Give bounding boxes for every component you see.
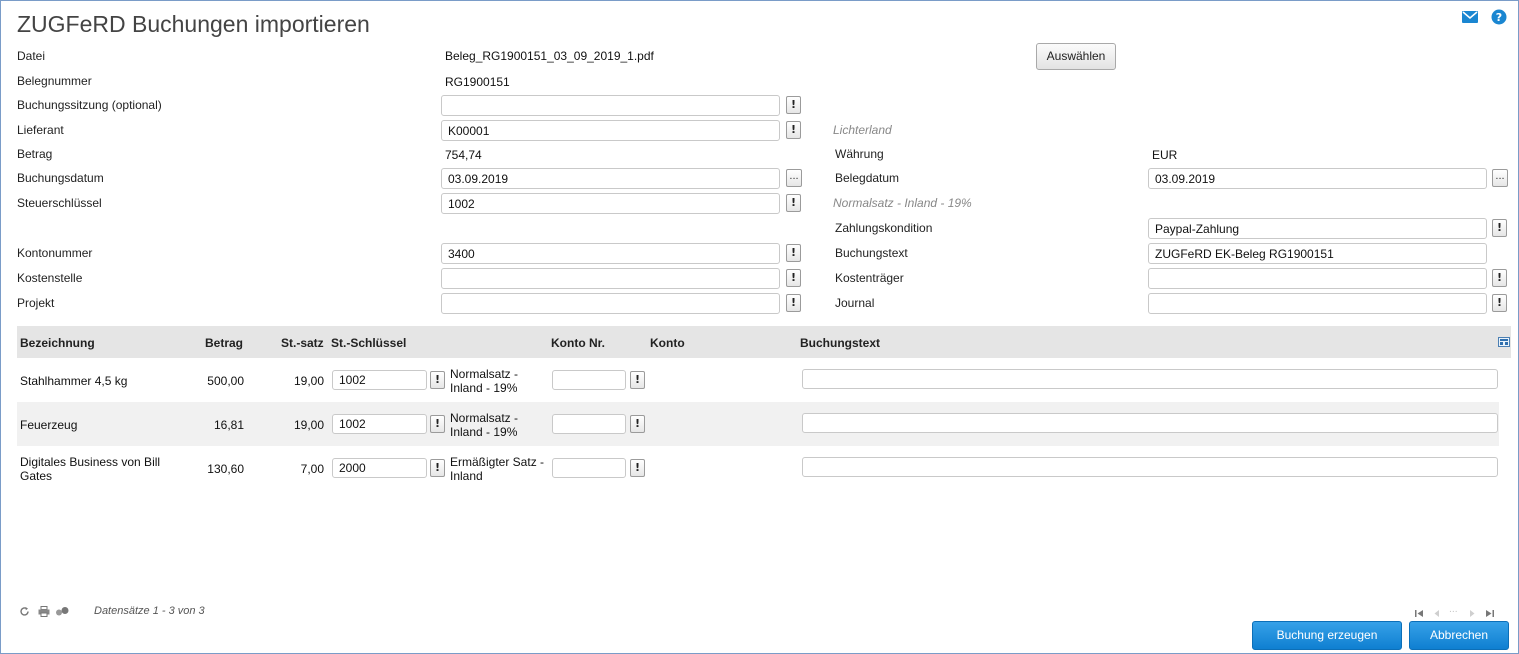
kontonummer-lookup-button[interactable]: !	[786, 244, 801, 262]
kostentraeger-label: Kostenträger	[835, 271, 904, 285]
column-header-st-schluessel[interactable]: St.-Schlüssel	[331, 336, 406, 350]
column-settings-icon[interactable]	[1498, 336, 1510, 347]
row-konto-nr-input[interactable]	[552, 414, 626, 434]
buchungsdatum-picker-button[interactable]: ...	[786, 169, 802, 187]
first-page-icon[interactable]	[1414, 607, 1424, 617]
belegnummer-value: RG1900151	[445, 75, 510, 89]
row-konto-nr-lookup-button[interactable]: !	[630, 415, 645, 433]
kostenstelle-label: Kostenstelle	[17, 271, 83, 285]
belegdatum-picker-button[interactable]: ...	[1492, 169, 1508, 187]
kostentraeger-lookup-button[interactable]: !	[1492, 269, 1507, 287]
filter-settings-icon[interactable]	[55, 606, 69, 617]
previous-page-icon[interactable]	[1433, 607, 1441, 617]
pager-ellipsis: ...	[1449, 605, 1458, 615]
kostenstelle-input[interactable]	[441, 268, 780, 289]
zahlungskondition-label: Zahlungskondition	[835, 221, 933, 235]
journal-input[interactable]	[1148, 293, 1487, 314]
journal-label: Journal	[835, 296, 875, 310]
row-buchungstext-input[interactable]	[802, 413, 1498, 433]
steuerschluessel-hint: Normalsatz - Inland - 19%	[833, 196, 972, 210]
row-betrag: 130,60	[207, 462, 244, 476]
last-page-icon[interactable]	[1485, 607, 1495, 617]
column-header-bezeichnung[interactable]: Bezeichnung	[20, 336, 95, 350]
row-betrag: 500,00	[207, 374, 244, 388]
buchungsdatum-input[interactable]	[441, 168, 780, 189]
row-bezeichnung: Stahlhammer 4,5 kg	[20, 374, 128, 388]
row-bezeichnung: Feuerzeug	[20, 418, 78, 432]
svg-text:?: ?	[1496, 11, 1502, 24]
buchungssitzung-lookup-button[interactable]: !	[786, 96, 801, 114]
kontonummer-input[interactable]	[441, 243, 780, 264]
row-betrag: 16,81	[213, 418, 244, 432]
column-header-buchungstext[interactable]: Buchungstext	[800, 336, 880, 350]
datei-value: Beleg_RG1900151_03_09_2019_1.pdf	[445, 49, 654, 63]
help-icon[interactable]: ?	[1491, 9, 1507, 25]
row-st-satz: 7,00	[300, 462, 324, 476]
buchungssitzung-input[interactable]	[441, 95, 780, 116]
belegnummer-label: Belegnummer	[17, 74, 92, 88]
row-st-schluessel-lookup-button[interactable]: !	[430, 459, 445, 477]
column-header-betrag[interactable]: Betrag	[205, 336, 243, 350]
lieferant-input[interactable]	[441, 120, 780, 141]
record-count: Datensätze 1 - 3 von 3	[94, 605, 205, 617]
steuerschluessel-lookup-button[interactable]: !	[786, 194, 801, 212]
buchungssitzung-label: Buchungssitzung (optional)	[17, 98, 162, 112]
betrag-value: 754,74	[445, 148, 482, 162]
belegdatum-input[interactable]	[1148, 168, 1487, 189]
lieferant-name-hint: Lichterland	[833, 123, 892, 137]
column-header-konto[interactable]: Konto	[650, 336, 685, 350]
print-icon[interactable]	[38, 606, 50, 617]
row-bezeichnung: Digitales Business von Bill Gates	[20, 455, 161, 483]
betrag-label: Betrag	[17, 147, 53, 161]
row-st-schluessel-text: Normalsatz - Inland - 19%	[450, 411, 519, 439]
row-st-schluessel-input[interactable]	[332, 370, 427, 390]
row-st-schluessel-text: Ermäßigter Satz - Inland	[450, 455, 545, 483]
kostenstelle-lookup-button[interactable]: !	[786, 269, 801, 287]
row-st-schluessel-lookup-button[interactable]: !	[430, 415, 445, 433]
steuerschluessel-label: Steuerschlüssel	[17, 196, 102, 210]
kontonummer-label: Kontonummer	[17, 246, 93, 260]
kostentraeger-input[interactable]	[1148, 268, 1487, 289]
datei-label: Datei	[17, 49, 46, 63]
buchungstext-label: Buchungstext	[835, 246, 908, 260]
column-header-konto-nr[interactable]: Konto Nr.	[551, 336, 605, 350]
row-st-schluessel-lookup-button[interactable]: !	[430, 371, 445, 389]
projekt-lookup-button[interactable]: !	[786, 294, 801, 312]
row-st-satz: 19,00	[293, 374, 324, 388]
waehrung-value: EUR	[1152, 148, 1178, 162]
projekt-input[interactable]	[441, 293, 780, 314]
page-title: ZUGFeRD Buchungen importieren	[17, 11, 370, 37]
row-buchungstext-input[interactable]	[802, 369, 1498, 389]
buchungsdatum-label: Buchungsdatum	[17, 171, 104, 185]
row-konto-nr-lookup-button[interactable]: !	[630, 371, 645, 389]
row-konto-nr-lookup-button[interactable]: !	[630, 459, 645, 477]
steuerschluessel-input[interactable]	[441, 193, 780, 214]
dialog-window: ZUGFeRD Buchungen importieren ? Datei Be…	[0, 0, 1519, 654]
journal-lookup-button[interactable]: !	[1492, 294, 1507, 312]
mail-icon[interactable]	[1462, 11, 1478, 23]
lieferant-lookup-button[interactable]: !	[786, 121, 801, 139]
projekt-label: Projekt	[17, 296, 55, 310]
zahlungskondition-input[interactable]	[1148, 218, 1487, 239]
create-booking-button[interactable]: Buchung erzeugen	[1252, 621, 1402, 650]
lieferant-label: Lieferant	[17, 123, 64, 137]
zahlungskondition-lookup-button[interactable]: !	[1492, 219, 1507, 237]
buchungstext-input[interactable]	[1148, 243, 1487, 264]
select-file-button[interactable]: Auswählen	[1036, 43, 1116, 70]
row-konto-nr-input[interactable]	[552, 370, 626, 390]
belegdatum-label: Belegdatum	[835, 171, 900, 185]
row-st-schluessel-input[interactable]	[332, 458, 427, 478]
waehrung-label: Währung	[835, 147, 884, 161]
column-header-st-satz[interactable]: St.-satz	[281, 336, 324, 350]
cancel-button[interactable]: Abbrechen	[1409, 621, 1509, 650]
row-st-schluessel-input[interactable]	[332, 414, 427, 434]
next-page-icon[interactable]	[1468, 607, 1476, 617]
row-st-schluessel-text: Normalsatz - Inland - 19%	[450, 367, 519, 395]
row-konto-nr-input[interactable]	[552, 458, 626, 478]
row-st-satz: 19,00	[293, 418, 324, 432]
row-buchungstext-input[interactable]	[802, 457, 1498, 477]
refresh-icon[interactable]	[19, 606, 30, 617]
